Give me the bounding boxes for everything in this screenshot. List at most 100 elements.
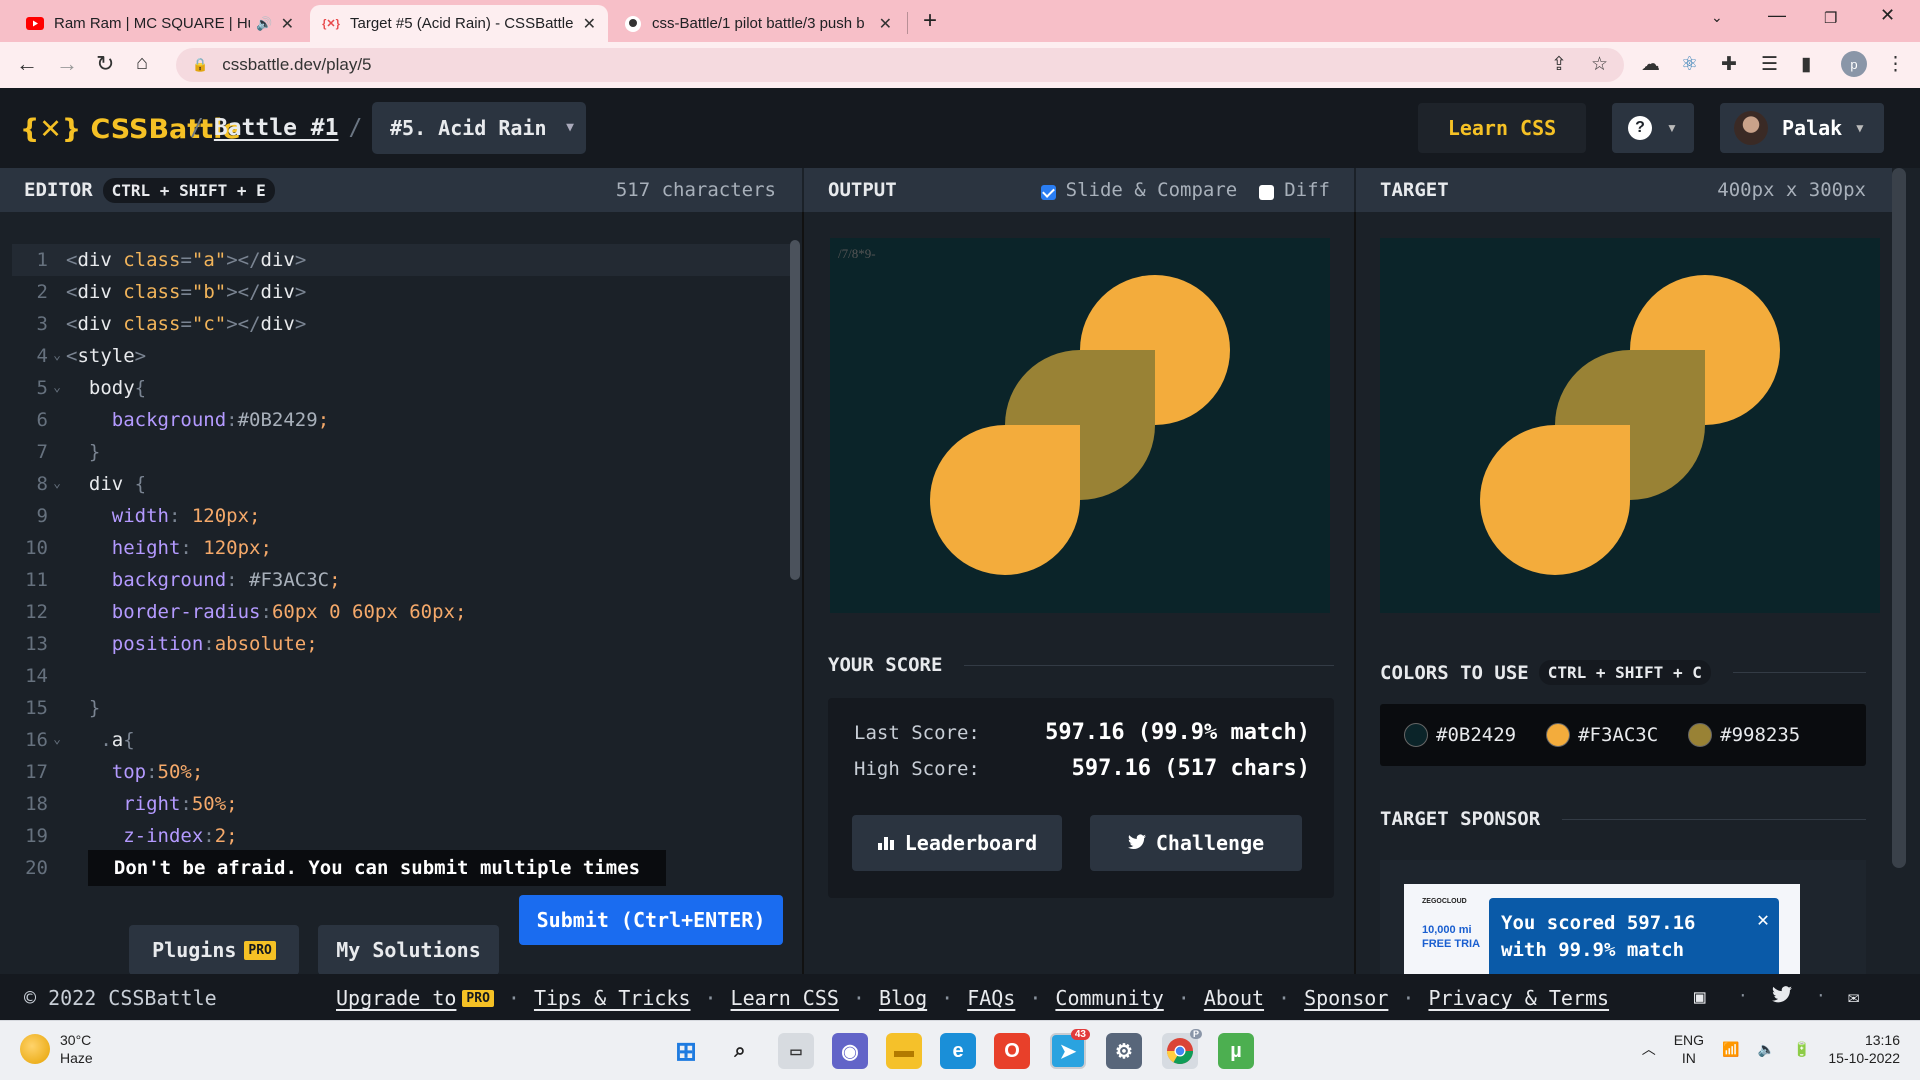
- code-line[interactable]: 16 ⌄ .a{: [12, 724, 790, 756]
- code-line[interactable]: 9 width: 120px;: [12, 500, 790, 532]
- leaderboard-button[interactable]: Leaderboard: [852, 815, 1062, 871]
- search-icon[interactable]: ⌕: [722, 1033, 758, 1069]
- extension-cloud-icon[interactable]: ☁: [1641, 53, 1660, 76]
- checkbox-checked-icon[interactable]: [1040, 184, 1056, 200]
- code-line[interactable]: 4 ⌄ <style>: [12, 340, 790, 372]
- close-tab-icon[interactable]: ✕: [583, 14, 596, 34]
- code-line[interactable]: 10 height: 120px;: [12, 532, 790, 564]
- close-icon[interactable]: ✕: [1757, 906, 1769, 933]
- volume-icon[interactable]: 🔈: [1758, 1041, 1775, 1058]
- target-dropdown[interactable]: #5. Acid Rain ▼: [372, 102, 586, 154]
- code-line[interactable]: 18 right:50%;: [12, 788, 790, 820]
- code-line[interactable]: 12 border-radius:60px 0 60px 60px;: [12, 596, 790, 628]
- code-line[interactable]: 5 ⌄ body{: [12, 372, 790, 404]
- footer-link-tips[interactable]: Tips & Tricks: [534, 986, 691, 1010]
- tab-github[interactable]: css-Battle/1 pilot battle/3 push b ✕: [612, 5, 904, 42]
- page-scrollbar[interactable]: [1892, 168, 1906, 868]
- code-line[interactable]: 11 background: #F3AC3C;: [12, 564, 790, 596]
- footer-link-upgrade[interactable]: Upgrade to: [336, 986, 456, 1010]
- clock[interactable]: 13:16 15-10-2022: [1828, 1031, 1900, 1067]
- fold-chevron-icon[interactable]: ⌄: [48, 724, 66, 756]
- color-swatch[interactable]: #F3AC3C: [1546, 723, 1658, 747]
- restore-icon[interactable]: ❐: [1824, 9, 1837, 27]
- battle-link[interactable]: Battle #1: [214, 115, 339, 141]
- audio-icon[interactable]: 🔊: [256, 16, 272, 32]
- side-panel-icon[interactable]: ▮: [1801, 53, 1811, 76]
- react-devtools-icon[interactable]: ⚛: [1681, 53, 1698, 76]
- tab-cssbattle[interactable]: {✕} Target #5 (Acid Rain) - CSSBattle ✕: [310, 5, 608, 42]
- diff-toggle[interactable]: Diff: [1259, 179, 1330, 201]
- twitter-icon[interactable]: [1772, 986, 1792, 1008]
- code-line[interactable]: 3 <div class="c"></div>: [12, 308, 790, 340]
- telegram-icon[interactable]: ➤ 43: [1050, 1029, 1090, 1069]
- footer-link-about[interactable]: About: [1204, 986, 1264, 1010]
- utorrent-icon[interactable]: µ: [1218, 1033, 1254, 1069]
- chrome-icon[interactable]: P: [1162, 1029, 1202, 1069]
- tab-youtube[interactable]: Ram Ram | MC SQUARE | Hu 🔊 ✕: [14, 5, 306, 42]
- reading-list-icon[interactable]: ☰: [1761, 53, 1778, 76]
- fold-chevron-icon[interactable]: ⌄: [48, 372, 66, 404]
- wifi-icon[interactable]: 📶: [1722, 1041, 1739, 1058]
- close-window-icon[interactable]: ✕: [1880, 5, 1895, 26]
- fold-chevron-icon[interactable]: ⌄: [48, 340, 66, 372]
- bookmark-star-icon[interactable]: ☆: [1591, 53, 1608, 76]
- my-solutions-button[interactable]: My Solutions: [318, 925, 499, 975]
- code-lines[interactable]: 1 <div class="a"></div> 2 <div class="b"></…: [12, 244, 790, 884]
- back-icon[interactable]: ←: [16, 51, 38, 77]
- chat-icon[interactable]: ◉: [832, 1033, 868, 1069]
- edge-icon[interactable]: e: [940, 1033, 976, 1069]
- help-dropdown[interactable]: ? ▼: [1612, 103, 1694, 153]
- code-line[interactable]: 7 }: [12, 436, 790, 468]
- code-line[interactable]: 13 position:absolute;: [12, 628, 790, 660]
- code-line[interactable]: 1 <div class="a"></div>: [12, 244, 790, 276]
- file-explorer-icon[interactable]: ▬: [886, 1033, 922, 1069]
- footer-link-faqs[interactable]: FAQs: [967, 986, 1015, 1010]
- task-view-icon[interactable]: ▭: [778, 1033, 814, 1069]
- code-editor[interactable]: 1 <div class="a"></div> 2 <div class="b"></…: [0, 212, 802, 975]
- slide-compare-toggle[interactable]: Slide & Compare: [1040, 179, 1237, 201]
- output-canvas[interactable]: /7/8*9-: [830, 238, 1330, 613]
- checkbox-unchecked-icon[interactable]: [1259, 184, 1275, 200]
- code-line[interactable]: 14: [12, 660, 790, 692]
- minimize-icon[interactable]: —: [1768, 5, 1786, 26]
- close-tab-icon[interactable]: ✕: [879, 14, 892, 34]
- code-line[interactable]: 2 <div class="b"></div>: [12, 276, 790, 308]
- color-swatch[interactable]: #998235: [1688, 723, 1800, 747]
- code-line[interactable]: 17 top:50%;: [12, 756, 790, 788]
- footer-link-community[interactable]: Community: [1055, 986, 1163, 1010]
- learn-css-button[interactable]: Learn CSS: [1418, 103, 1586, 153]
- address-bar[interactable]: 🔒 cssbattle.dev/play/5: [176, 48, 1624, 82]
- code-line[interactable]: 19 z-index:2;: [12, 820, 790, 852]
- chrome-menu-icon[interactable]: ⋮: [1886, 53, 1905, 76]
- footer-link-sponsor[interactable]: Sponsor: [1304, 986, 1388, 1010]
- code-line[interactable]: 6 background:#0B2429;: [12, 404, 790, 436]
- close-tab-icon[interactable]: ✕: [281, 14, 294, 34]
- home-icon[interactable]: ⌂: [136, 52, 148, 75]
- new-tab-icon[interactable]: +: [923, 7, 937, 35]
- weather-widget[interactable]: 30°C Haze: [20, 1031, 93, 1067]
- discord-icon[interactable]: ▣: [1694, 986, 1705, 1008]
- reload-icon[interactable]: ↻: [96, 51, 114, 77]
- footer-link-blog[interactable]: Blog: [879, 986, 927, 1010]
- color-swatch[interactable]: #0B2429: [1404, 723, 1516, 747]
- footer-link-privacy[interactable]: Privacy & Terms: [1428, 986, 1609, 1010]
- submit-button[interactable]: Submit (Ctrl+ENTER): [519, 895, 783, 945]
- plugins-button[interactable]: Plugins PRO: [129, 925, 299, 975]
- browser-profile-avatar[interactable]: p: [1841, 51, 1867, 77]
- footer-link-learn-css[interactable]: Learn CSS: [731, 986, 839, 1010]
- forward-icon[interactable]: →: [56, 51, 78, 77]
- settings-gear-icon[interactable]: ⚙: [1106, 1033, 1142, 1069]
- fold-chevron-icon[interactable]: ⌄: [48, 468, 66, 500]
- challenge-button[interactable]: Challenge: [1090, 815, 1302, 871]
- target-image[interactable]: [1380, 238, 1880, 613]
- code-line[interactable]: 15 }: [12, 692, 790, 724]
- code-line[interactable]: 8 ⌄ div {: [12, 468, 790, 500]
- editor-scrollbar[interactable]: [790, 240, 800, 580]
- mail-icon[interactable]: ✉: [1848, 986, 1859, 1008]
- share-icon[interactable]: ⇪: [1551, 53, 1567, 76]
- windows-start-icon[interactable]: ⊞: [668, 1033, 704, 1069]
- tray-chevron-up-icon[interactable]: ︿: [1642, 1039, 1656, 1059]
- language-indicator[interactable]: ENG IN: [1674, 1031, 1704, 1067]
- office-icon[interactable]: O: [994, 1033, 1030, 1069]
- battery-icon[interactable]: 🔋: [1793, 1041, 1810, 1058]
